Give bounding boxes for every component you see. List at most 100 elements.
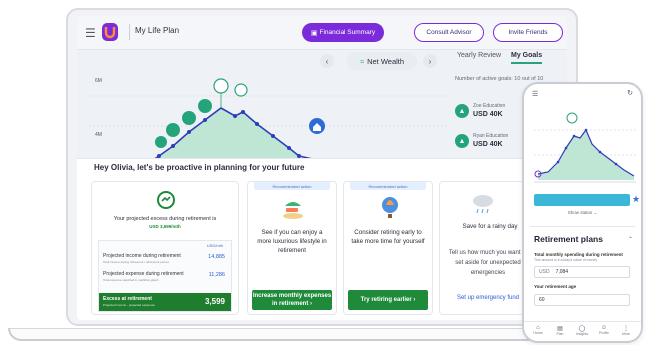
action-title: Save for a rainy day (462, 223, 518, 230)
goal-marker-icon (198, 99, 212, 113)
data-point (287, 146, 291, 150)
tab-yearly-review[interactable]: Yearly Review (457, 52, 501, 59)
chevron-up-icon[interactable]: ⌃ (628, 236, 633, 243)
excess-title: Your projected excess during retirement … (113, 216, 217, 222)
invite-friends-button[interactable]: Invite Friends (493, 23, 563, 42)
age-label: Your retirement age (534, 284, 577, 289)
consult-advisor-button[interactable]: Consult Advisor (414, 23, 484, 42)
data-point (203, 118, 207, 122)
top-bar: ☰ My Life Plan ▣ Financial Summary Consu… (77, 16, 567, 50)
goal-marker-icon (234, 83, 248, 97)
action-description: Tell us how much you want to set aside f… (448, 250, 528, 276)
goals-count: Number of active goals: 10 out of 10 (455, 76, 544, 82)
app-logo-icon (102, 23, 118, 41)
excess-sub: Projected income - projected expenses (103, 303, 155, 307)
currency-select[interactable]: USD (539, 269, 550, 275)
nav-plan[interactable]: ▤ Plan (552, 325, 568, 336)
rain-cloud-icon (473, 195, 493, 214)
data-point (171, 144, 175, 148)
emergency-fund-link[interactable]: Set up emergency fund (444, 292, 532, 304)
nav-insights[interactable]: ◯ Insights (574, 325, 590, 336)
data-point (614, 162, 618, 166)
row-sub: Total expense specified in cashflow grap… (103, 278, 159, 282)
data-point (233, 114, 237, 118)
goal-name: Ryan Education (473, 133, 509, 139)
row-sub: Total income during retirement / retirem… (103, 260, 169, 264)
data-point (572, 134, 576, 138)
growth-icon (157, 191, 175, 209)
goal-item[interactable]: ▲ Ryan Education USD 40K (455, 132, 515, 152)
goal-amount: USD 40K (473, 111, 503, 118)
recommended-tag: Recommended action (350, 182, 426, 190)
excess-label: Excess at retirement (103, 296, 152, 302)
retire-earlier-button[interactable]: Try retiring earlier › (348, 290, 428, 310)
spending-input[interactable]: USD 7,084 (534, 266, 630, 278)
spending-sub: This amount is in today's value of money (534, 258, 598, 262)
excess-value: USD 3,599/mth (149, 224, 181, 229)
increase-expenses-button[interactable]: Increase monthly expenses in retirement … (252, 290, 332, 310)
data-point (556, 160, 560, 164)
graduation-cap-icon: ▲ (455, 104, 469, 118)
goal-marker-icon (166, 123, 180, 137)
action-title: Consider retiring early to take more tim… (351, 229, 425, 245)
row-value[interactable]: 14,885 (208, 254, 225, 260)
data-point (271, 134, 275, 138)
beach-icon (283, 202, 303, 219)
show-status-toggle[interactable]: Show status ⌄ (524, 210, 641, 216)
age-input[interactable]: 60 (534, 294, 630, 306)
divider (129, 24, 130, 40)
star-icon[interactable]: ★ (632, 194, 640, 205)
goal-item[interactable]: ▲ Zoe Education USD 40K (455, 102, 515, 122)
bottom-nav: ⌂ Home ▤ Plan ◯ Insights ☺ Profile ⋮ More (524, 321, 641, 341)
spending-value: 7,084 (555, 269, 569, 275)
y-tick-label: 4M (95, 132, 102, 138)
goal-marker-icon (155, 136, 167, 148)
greeting-heading: Hey Olivia, let's be proactive in planni… (94, 163, 305, 172)
laptop-base (8, 328, 608, 341)
table-header: USD/mth (206, 243, 223, 248)
nav-home[interactable]: ⌂ Home (530, 325, 546, 335)
spending-label: Total monthly spending during retirement (534, 252, 623, 257)
divider (530, 226, 635, 227)
action-card: Recommended action See if you can enjoy … (247, 181, 337, 315)
row-label: Projected expense during retirement (103, 271, 184, 277)
action-card: Recommended action Consider retiring ear… (343, 181, 433, 315)
goal-marker-icon (566, 112, 578, 124)
data-point (241, 110, 245, 114)
data-point (584, 128, 588, 132)
nav-profile[interactable]: ☺ Profile (596, 325, 612, 335)
action-title: See if you can enjoy a more luxurious li… (257, 229, 327, 254)
nav-more[interactable]: ⋮ More (618, 325, 634, 336)
data-point (255, 122, 259, 126)
graduation-cap-icon: ▲ (455, 134, 469, 148)
refresh-icon[interactable]: ↻ (627, 89, 633, 97)
recommendations-panel: Hey Olivia, let's be proactive in planni… (77, 158, 567, 320)
data-point (598, 150, 602, 154)
goal-marker-icon (182, 111, 196, 125)
menu-icon[interactable]: ☰ (532, 90, 538, 98)
line-chart-icon: ≈ (359, 56, 365, 66)
page-title: My Life Plan (135, 26, 180, 35)
app-screen: ☰ My Life Plan ▣ Financial Summary Consu… (77, 16, 567, 320)
tab-my-goals[interactable]: My Goals (511, 52, 543, 64)
menu-icon[interactable]: ☰ (85, 26, 96, 40)
table-row: Projected expense during retirement Tota… (103, 271, 227, 285)
row-value[interactable]: 11,286 (209, 272, 225, 278)
recommended-tag: Recommended action (254, 182, 330, 190)
net-wealth-chart: 6M 4M (89, 78, 447, 166)
financial-summary-button[interactable]: ▣ Financial Summary (302, 23, 384, 42)
status-bar (534, 194, 630, 206)
data-point (187, 130, 191, 134)
goal-amount: USD 40K (473, 141, 503, 148)
excess-table: USD/mth Projected income during retireme… (98, 240, 232, 312)
data-point (564, 146, 568, 150)
financial-summary-label: Financial Summary (319, 29, 376, 36)
y-tick-label: 6M (95, 78, 102, 84)
goal-marker-icon (213, 78, 229, 94)
section-title: Retirement plans (534, 234, 603, 244)
row-label: Projected income during retirement (103, 253, 181, 259)
summary-icon: ▣ (310, 29, 318, 37)
chart-selector-label: Net Wealth (367, 56, 405, 66)
retirement-excess-card: Your projected excess during retirement … (91, 181, 239, 315)
excess-summary-bar: Excess at retirement Projected income - … (99, 293, 231, 311)
